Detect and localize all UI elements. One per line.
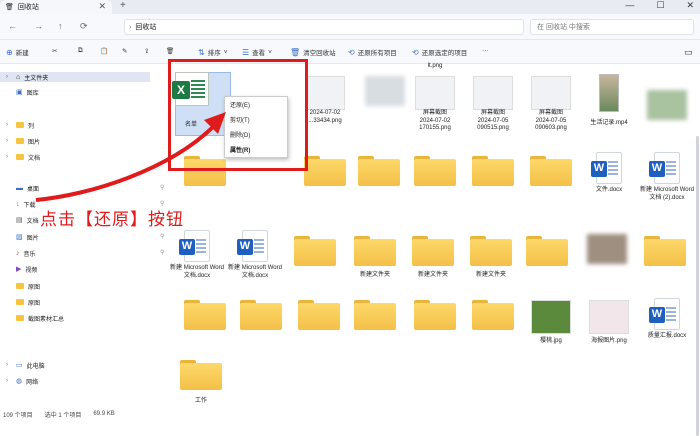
annotation-callout: 点击【还原】按钮 — [40, 210, 184, 230]
